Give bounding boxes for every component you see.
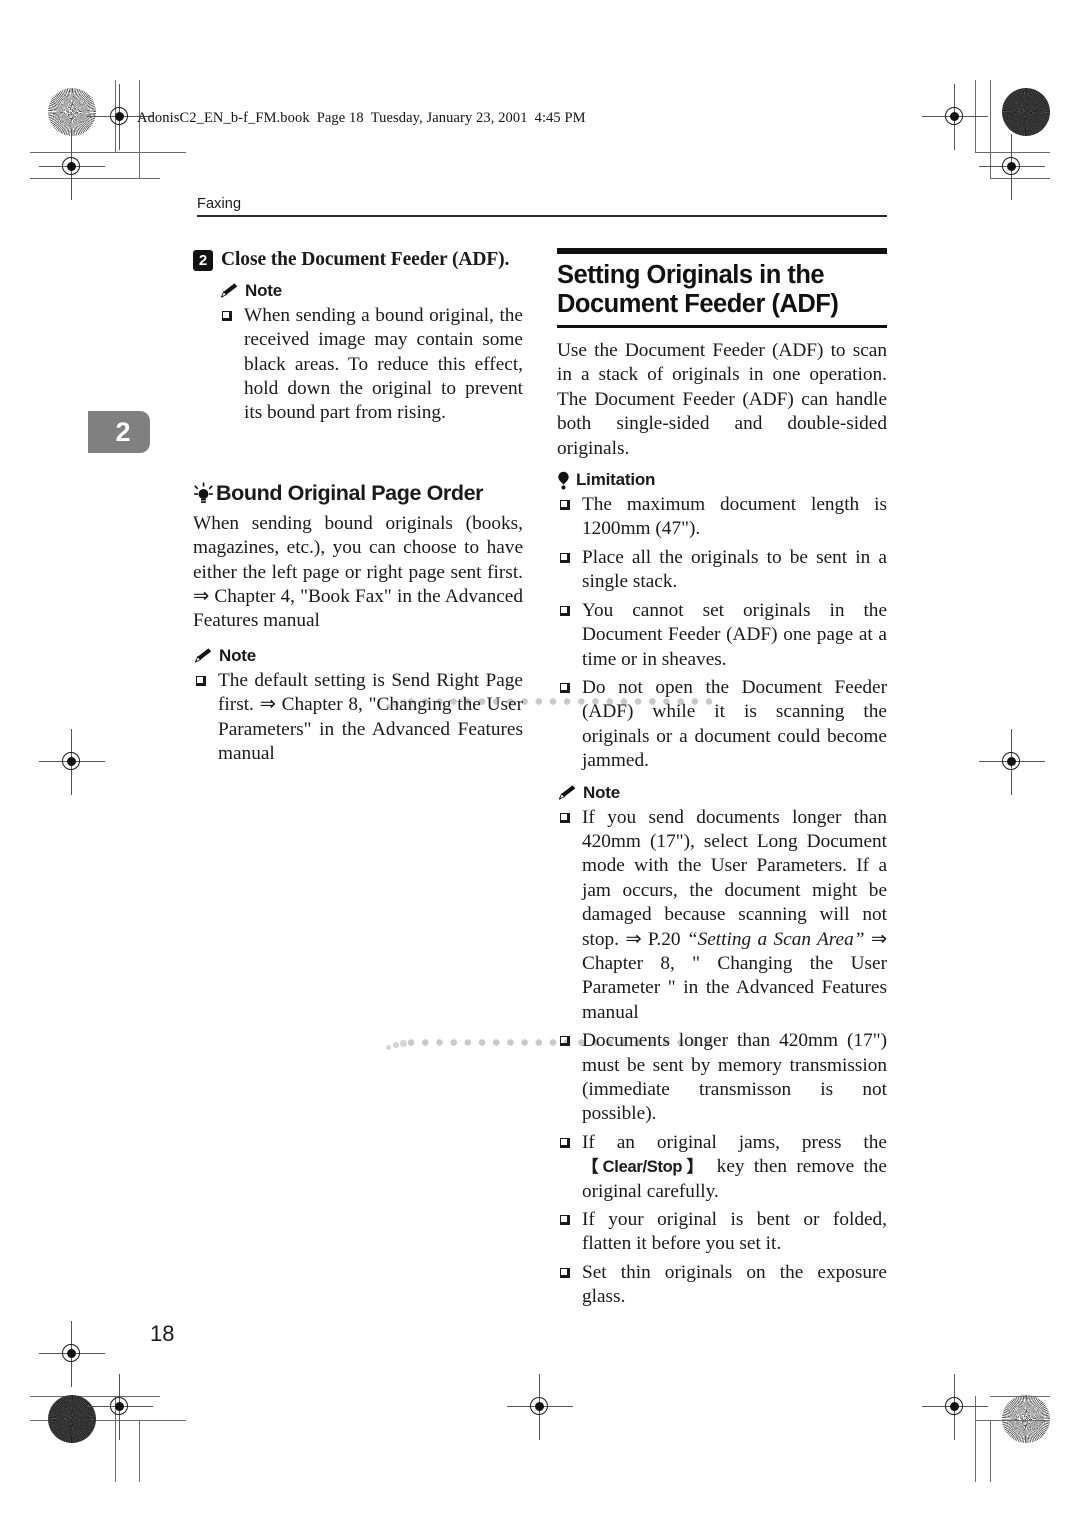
intro-paragraph: Use the Document Feeder (ADF) to scan in… bbox=[557, 340, 887, 459]
step-number-badge: 2 bbox=[193, 250, 213, 271]
list-item: Do not open the Document Feeder (ADF) wh… bbox=[557, 676, 887, 774]
list-item: If an original jams, press the 【Clear/St… bbox=[557, 1131, 887, 1204]
heading-rule-bottom bbox=[557, 324, 887, 329]
tip-body: When sending bound originals (books, mag… bbox=[193, 512, 523, 632]
section-title-line-1: Setting Originals in the bbox=[557, 260, 825, 289]
page-title: Setting Originals in the Document Feeder … bbox=[557, 261, 887, 320]
pencil-icon bbox=[194, 648, 212, 664]
pencil-icon bbox=[558, 785, 576, 800]
list-item: When sending a bound original, the recei… bbox=[219, 304, 523, 426]
list-item: If your original is bent or folded, flat… bbox=[557, 1208, 887, 1257]
chapter-tab-number: 2 bbox=[115, 416, 131, 447]
running-head-rule bbox=[197, 215, 887, 217]
list-item: The maximum document length is 1200mm (4… bbox=[557, 493, 887, 542]
list-item: Documents longer than 420mm (17") must b… bbox=[557, 1029, 887, 1127]
pencil-icon bbox=[220, 283, 238, 299]
running-head: Faxing bbox=[197, 196, 887, 217]
tip-title: Bound Original Page Order bbox=[216, 481, 484, 506]
right-column: Setting Originals in the Document Feeder … bbox=[557, 248, 887, 1310]
limitation-label: Limitation bbox=[576, 470, 656, 490]
note-list: When sending a bound original, the recei… bbox=[219, 304, 523, 426]
chapter-thumb-tab: 2 bbox=[88, 411, 150, 453]
note-list-2: The default setting is Send Right Page f… bbox=[193, 669, 523, 767]
step-heading-text: Close the Document Feeder (ADF). bbox=[221, 249, 510, 270]
note-text-part-1: If an original jams, press the bbox=[582, 1131, 887, 1153]
list-item: The default setting is Send Right Page f… bbox=[193, 669, 523, 767]
left-column: 2 Close the Document Feeder (ADF). Note … bbox=[193, 248, 716, 1050]
note-label: Note bbox=[245, 280, 282, 300]
clear-stop-key-callout: 【Clear/Stop】 bbox=[582, 1158, 708, 1177]
list-item: You cannot set originals in the Document… bbox=[557, 599, 887, 672]
note-label-block-2: Note bbox=[193, 646, 523, 666]
section-title-line-2: Document Feeder (ADF) bbox=[557, 290, 839, 319]
section-heading: Setting Originals in the Document Feeder … bbox=[557, 248, 887, 329]
tip-heading: Bound Original Page Order bbox=[193, 482, 523, 505]
step-heading: 2 Close the Document Feeder (ADF). bbox=[193, 248, 523, 272]
note-label: Note bbox=[219, 645, 256, 665]
note-cross-reference-italic: “Setting a Scan Area” bbox=[686, 928, 865, 950]
heading-rule-top bbox=[557, 248, 887, 254]
list-item: Place all the originals to be sent in a … bbox=[557, 546, 887, 595]
note-label-block: Note bbox=[219, 281, 523, 301]
exclamation-drop-icon bbox=[558, 471, 569, 490]
limitation-label-block: Limitation bbox=[557, 470, 887, 490]
note-list-3: If you send documents longer than 420mm … bbox=[557, 806, 887, 1310]
running-head-label: Faxing bbox=[197, 196, 242, 212]
page-number: 18 bbox=[150, 1321, 175, 1346]
note-label-block-3: Note bbox=[557, 783, 887, 803]
lightbulb-icon bbox=[194, 482, 213, 503]
list-item: Set thin originals on the exposure glass… bbox=[557, 1261, 887, 1310]
note-label: Note bbox=[583, 782, 620, 802]
manual-page: Faxing 2 18 2 Close the Document Feeder … bbox=[0, 0, 1080, 1526]
list-item: If you send documents longer than 420mm … bbox=[557, 806, 887, 1026]
limitation-list: The maximum document length is 1200mm (4… bbox=[557, 493, 887, 773]
